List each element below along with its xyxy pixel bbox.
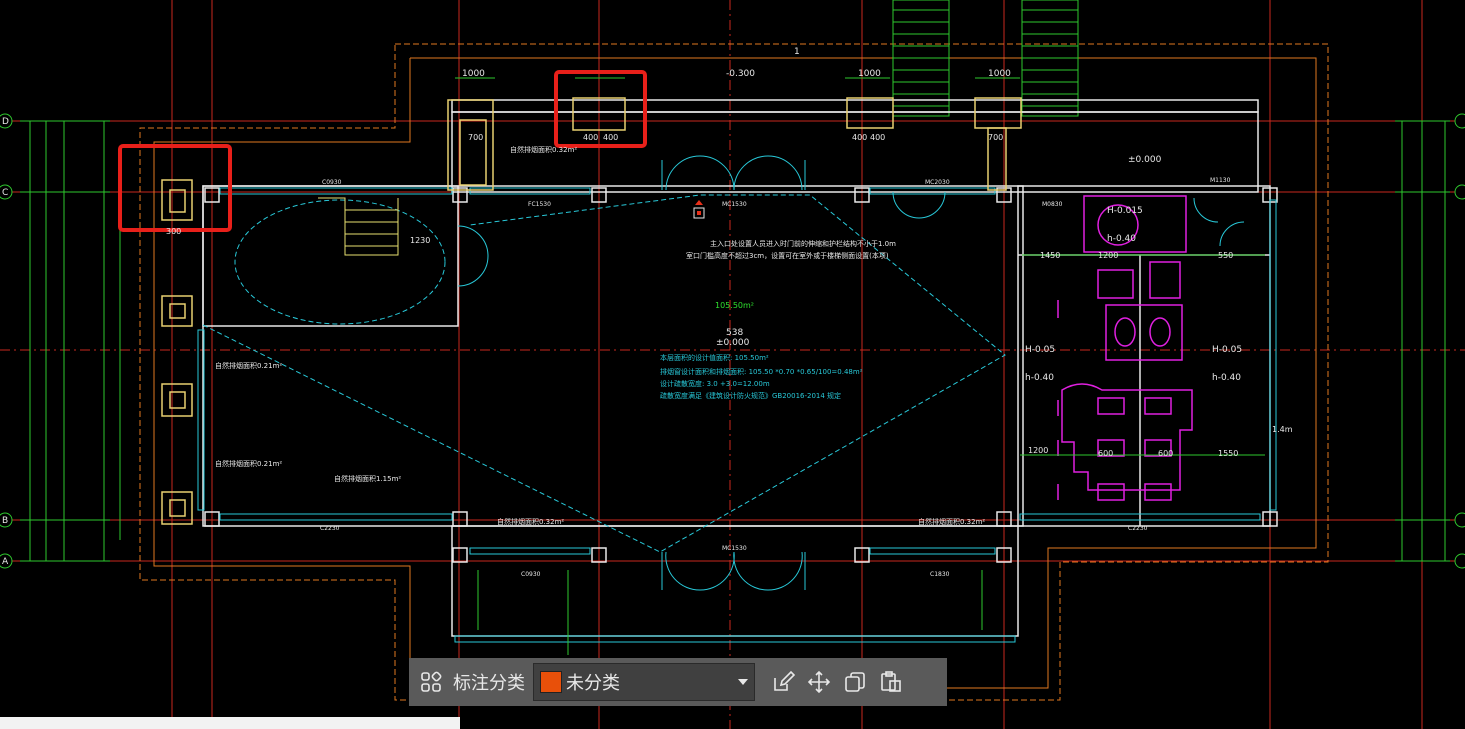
window-tag-8: C2230 [1128, 525, 1148, 532]
hall-area: 105.50m² [715, 301, 754, 310]
vent-note-2: 自然排烟面积0.21m² [215, 361, 282, 370]
interior-stair [318, 197, 399, 256]
window-tag-2: FC1530 [528, 201, 551, 208]
paste-icon[interactable] [873, 664, 909, 700]
category-label: 标注分类 [453, 673, 525, 694]
evacuation-lines [202, 194, 1006, 553]
copy-icon[interactable] [837, 664, 873, 700]
window-tag-5: MC1530 [722, 545, 747, 552]
level-h040: h-0.40 [1107, 234, 1136, 244]
level-top: -0.300 [726, 69, 755, 79]
window-tag-9: M0830 [1042, 201, 1063, 208]
dim-top-1: 1000 [462, 69, 485, 79]
window-tag-6: C1830 [930, 571, 950, 578]
dim-misc-2: 1450 [1040, 251, 1060, 260]
highlight-box-top [554, 70, 647, 148]
dim-misc-8: 1230 [410, 236, 430, 245]
dim-misc-3: 550 [1218, 251, 1233, 260]
dim-top-10: 700 [988, 133, 1003, 142]
annotation-toolbar: 标注分类 未分类 [409, 658, 947, 706]
category-select[interactable]: 未分类 [533, 663, 755, 701]
grid-icon[interactable] [413, 664, 449, 700]
vent-note-4: 自然排烟面积1.15m² [334, 474, 401, 483]
window-tag-4: MC1530 [722, 201, 747, 208]
move-icon[interactable] [801, 664, 837, 700]
dim-misc-6: 600 [1158, 449, 1173, 458]
level-bath-right: H-0.05 [1212, 345, 1242, 355]
dim-misc-4: 1200 [1028, 446, 1048, 455]
door-note-1: 主入口处设置人员进入时门前的伸缩和护栏结构不小于1.0m [710, 239, 896, 248]
level-bath-left2: h-0.40 [1025, 373, 1054, 383]
wall-chimneys [161, 97, 1022, 525]
note-4: 疏散宽度满足《建筑设计防火规范》GB20016-2014 规定 [660, 391, 841, 400]
dim-top-7: 400 [852, 133, 867, 142]
dim-top-2: 1000 [858, 69, 881, 79]
chevron-down-icon [738, 679, 748, 685]
dim-misc-10: 300 [166, 227, 181, 236]
note-1: 本层面积的设计值面积: 105.50m² [660, 353, 769, 362]
note-2: 排烟窗设计面积和排烟面积: 105.50 *0.70 *0.65/100=0.4… [660, 367, 863, 376]
dim-top-3: 1000 [988, 69, 1011, 79]
axis-label-d: D [2, 117, 9, 127]
vent-note-5: 自然排烟面积0.32m² [497, 517, 564, 526]
dim-misc-1: 1200 [1098, 251, 1118, 260]
vent-note-1: 自然排烟面积0.32m² [510, 145, 577, 154]
level-bath-left: H-0.05 [1025, 345, 1055, 355]
hall-level: ±0.000 [716, 338, 750, 348]
window-tag-11: MC2030 [925, 179, 950, 186]
note-3: 设计疏散宽度: 3.0 +3.0=12.00m [660, 379, 770, 388]
window-tag-3: C0930 [521, 571, 541, 578]
window-tag-10: M1130 [1210, 177, 1231, 184]
dim-top-8: 400 [870, 133, 885, 142]
hall-number: 538 [726, 328, 743, 338]
level-right: ±0.000 [1128, 155, 1162, 165]
axis-label-b: B [2, 516, 8, 526]
dim-misc-7: 1550 [1218, 449, 1238, 458]
edit-icon[interactable] [765, 664, 801, 700]
door-note-2: 室口门槛高度不超过3cm，设置可在室外或于楼梯侧面设置(本项) [686, 251, 889, 260]
vent-note-6: 自然排烟面积0.32m² [918, 517, 985, 526]
axis-label-c: C [2, 188, 8, 198]
location-marker[interactable] [693, 200, 705, 219]
dim-top-4: 1 [794, 47, 800, 57]
level-h015: H-0.015 [1107, 206, 1143, 216]
cad-drawing-canvas[interactable]: D C B A 105.50m² 538 ±0.000 -0.300 ±0.00… [0, 0, 1465, 729]
status-strip [0, 717, 460, 729]
dim-misc-9: 1.4m [1272, 425, 1293, 434]
window-tag-1: C0930 [322, 179, 342, 186]
dim-top-6: 400 [603, 133, 618, 142]
level-bath-right2: h-0.40 [1212, 373, 1241, 383]
axis-label-a: A [2, 557, 9, 567]
window-tag-7: C2230 [320, 525, 340, 532]
dim-top-9: 700 [468, 133, 483, 142]
category-value: 未分类 [566, 673, 620, 694]
category-color-swatch [540, 671, 562, 693]
dim-top-5: 400 [583, 133, 598, 142]
dim-misc-5: 600 [1098, 449, 1113, 458]
vent-note-3: 自然排烟面积0.21m² [215, 459, 282, 468]
